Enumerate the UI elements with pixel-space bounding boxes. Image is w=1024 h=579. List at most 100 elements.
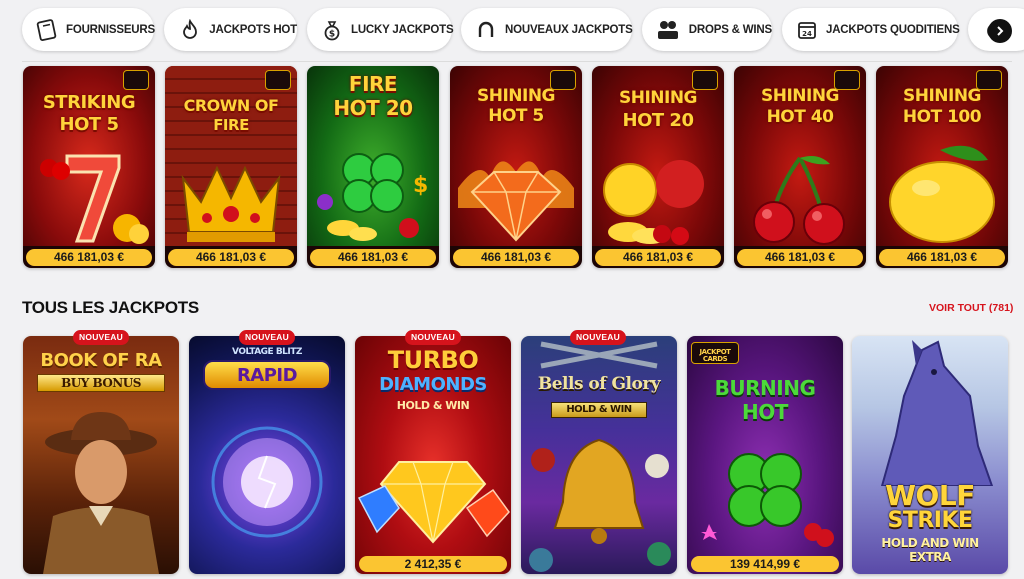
game-title-line: HOT 20	[333, 96, 413, 120]
category-providers[interactable]: FOURNISSEURS	[22, 8, 155, 51]
game-artwork: TURBO DIAMONDS HOLD & WIN	[355, 336, 511, 574]
game-title-line: JACKPOT CARDS	[699, 348, 731, 363]
game-card-book-of-ra[interactable]: BOOK OF RA BUY BONUS	[23, 336, 179, 574]
money-bag-icon: $	[321, 17, 343, 43]
category-bar: FOURNISSEURS JACKPOTS HOT $ LUCKY JACKPO…	[0, 0, 1024, 60]
game-title-line: SHINING	[760, 86, 840, 106]
category-lucky-jackpots[interactable]: $ LUCKY JACKPOTS	[307, 8, 454, 51]
jackpot-amount: 466 181,03 €	[453, 249, 579, 266]
game-artwork: SHINING HOT 20	[592, 66, 724, 246]
game-title-line: FIRE	[213, 116, 249, 134]
buy-bonus-banner: BUY BONUS	[37, 374, 165, 392]
game-title-line: CROWN OF	[183, 96, 279, 115]
jackpot-amount: 466 181,03 €	[737, 249, 863, 266]
jackpot-play-logo	[976, 70, 1002, 90]
rapid-logo: RAPID	[203, 360, 331, 390]
game-artwork: WOLF STRIKE HOLD AND WIN EXTRA	[852, 336, 1008, 574]
game-card-shining-hot-5[interactable]: SHINING HOT 5 466 181,03 €	[450, 66, 582, 268]
jackpot-amount: 466 181,03 €	[595, 249, 721, 266]
cherry-symbol-icon	[753, 156, 845, 245]
category-drops-wins[interactable]: DROPS & WINS	[642, 8, 772, 51]
game-title-line: HOT 5	[59, 114, 119, 135]
crown-symbol-icon	[181, 165, 281, 242]
section-title: TOUS LES JACKPOTS	[22, 298, 199, 317]
category-label: NOUVEAUX JACKPOTS	[505, 23, 633, 36]
jackpot-amount: 2 412,35 €	[359, 556, 507, 572]
see-all-link[interactable]: VOIR TOUT (781)	[929, 302, 1013, 314]
game-title-line: BUY BONUS	[61, 376, 141, 390]
game-card-rapid[interactable]: VOLTAGE BLITZ RAPID	[189, 336, 345, 574]
game-artwork: JACKPOT CARDS BURNING HOT	[687, 336, 843, 574]
jackpot-amount: 466 181,03 €	[168, 249, 294, 266]
game-card-shining-hot-20[interactable]: SHINING HOT 20 466 181,03 €	[592, 66, 724, 268]
jackpot-amount: 139 414,99 €	[691, 556, 839, 572]
seven-symbol-icon	[40, 154, 149, 244]
game-title-line: FIRE	[348, 72, 398, 96]
game-title-line: HOLD & WIN	[396, 399, 470, 412]
game-title-line: WOLF	[885, 479, 975, 512]
wolf-character-icon	[880, 340, 994, 486]
game-title-line: HOT 20	[622, 110, 694, 131]
game-title-line: HOT 100	[902, 107, 982, 127]
game-title-line: RAPID	[236, 365, 298, 386]
jackpot-play-logo	[123, 70, 149, 90]
game-title-line: BOOK OF RA	[40, 350, 162, 371]
new-badge: NOUVEAU	[405, 330, 461, 345]
game-card-crown-of-fire[interactable]: CROWN OF FIRE 466 181,03 €	[165, 66, 297, 268]
scroll-right-button[interactable]	[988, 19, 1012, 43]
new-badge: NOUVEAU	[570, 330, 626, 345]
svg-text:24: 24	[802, 30, 812, 38]
game-title-line: Bells of Glory	[537, 374, 661, 394]
game-title-line: SHINING	[902, 86, 982, 106]
category-hot-jackpots[interactable]: JACKPOTS HOT	[164, 8, 297, 51]
game-card-burning-hot[interactable]: JACKPOT CARDS BURNING HOT 139 414,99 €	[687, 336, 843, 574]
game-title-line: HOLD AND WIN	[881, 536, 979, 550]
game-artwork: BOOK OF RA BUY BONUS	[23, 336, 179, 574]
game-card-turbo-diamonds[interactable]: TURBO DIAMONDS HOLD & WIN 2 412,35 €	[355, 336, 511, 574]
drops-wins-icon	[656, 17, 681, 43]
jackpot-cards-logo: JACKPOT CARDS	[691, 342, 739, 364]
category-daily-jackpots[interactable]: 24 JACKPOTS QUODITIENS	[782, 8, 960, 51]
svg-text:$: $	[413, 173, 428, 198]
game-card-shining-hot-40[interactable]: SHINING HOT 40 466 181,03 €	[734, 66, 866, 268]
category-new-jackpots[interactable]: NOUVEAUX JACKPOTS	[461, 8, 633, 51]
jackpot-amount: 466 181,03 €	[879, 249, 1005, 266]
game-title-line: STRIKING	[42, 92, 136, 113]
hold-win-banner: HOLD & WIN	[551, 402, 647, 418]
bell-symbol-icon	[529, 438, 671, 572]
game-title-line: HOLD & WIN	[566, 404, 632, 415]
chevron-right-icon	[997, 26, 1004, 36]
game-card-fire-hot-20[interactable]: FIRE HOT 20 $ 466 181,03 €	[307, 66, 439, 268]
game-title-line: EXTRA	[909, 550, 951, 564]
new-badge: NOUVEAU	[239, 330, 295, 345]
game-artwork: VOLTAGE BLITZ RAPID	[189, 336, 345, 574]
diamonds-symbol-icon	[357, 461, 510, 544]
game-card-striking-hot-5[interactable]: STRIKING HOT 5 466 181,03 €	[23, 66, 155, 268]
game-artwork: STRIKING HOT 5	[23, 66, 155, 246]
flame-icon	[178, 17, 201, 43]
game-artwork: SHINING HOT 40	[734, 66, 866, 246]
category-label: JACKPOTS QUODITIENS	[826, 23, 960, 36]
new-badge: NOUVEAU	[73, 330, 129, 345]
game-card-shining-hot-100[interactable]: SHINING HOT 100 466 181,03 €	[876, 66, 1008, 268]
explorer-character-icon	[43, 412, 159, 574]
clover-symbol-icon	[701, 453, 834, 547]
jackpot-play-logo	[550, 70, 576, 90]
game-title-line: HOT 5	[488, 106, 544, 126]
game-title-line: SHINING	[618, 88, 698, 108]
jackpot-play-logo	[265, 70, 291, 90]
game-title-line: VOLTAGE BLITZ	[232, 347, 302, 357]
game-title-line: SHINING	[476, 86, 556, 106]
game-title-line: BURNING	[714, 376, 816, 400]
jackpot-play-logo	[834, 70, 860, 90]
divider	[22, 61, 1012, 62]
category-label: JACKPOTS HOT	[209, 23, 297, 36]
jackpot-play-logo	[692, 70, 718, 90]
game-card-bells-of-glory[interactable]: Bells of Glory HOLD & WIN	[521, 336, 677, 574]
game-artwork: CROWN OF FIRE	[165, 66, 297, 246]
game-artwork: Bells of Glory HOLD & WIN	[521, 336, 677, 574]
game-card-wolf-strike[interactable]: WOLF STRIKE HOLD AND WIN EXTRA	[852, 336, 1008, 574]
jackpot-amount: 466 181,03 €	[26, 249, 152, 266]
jackpot-amount: 466 181,03 €	[310, 249, 436, 266]
game-artwork: FIRE HOT 20 $	[307, 66, 439, 246]
